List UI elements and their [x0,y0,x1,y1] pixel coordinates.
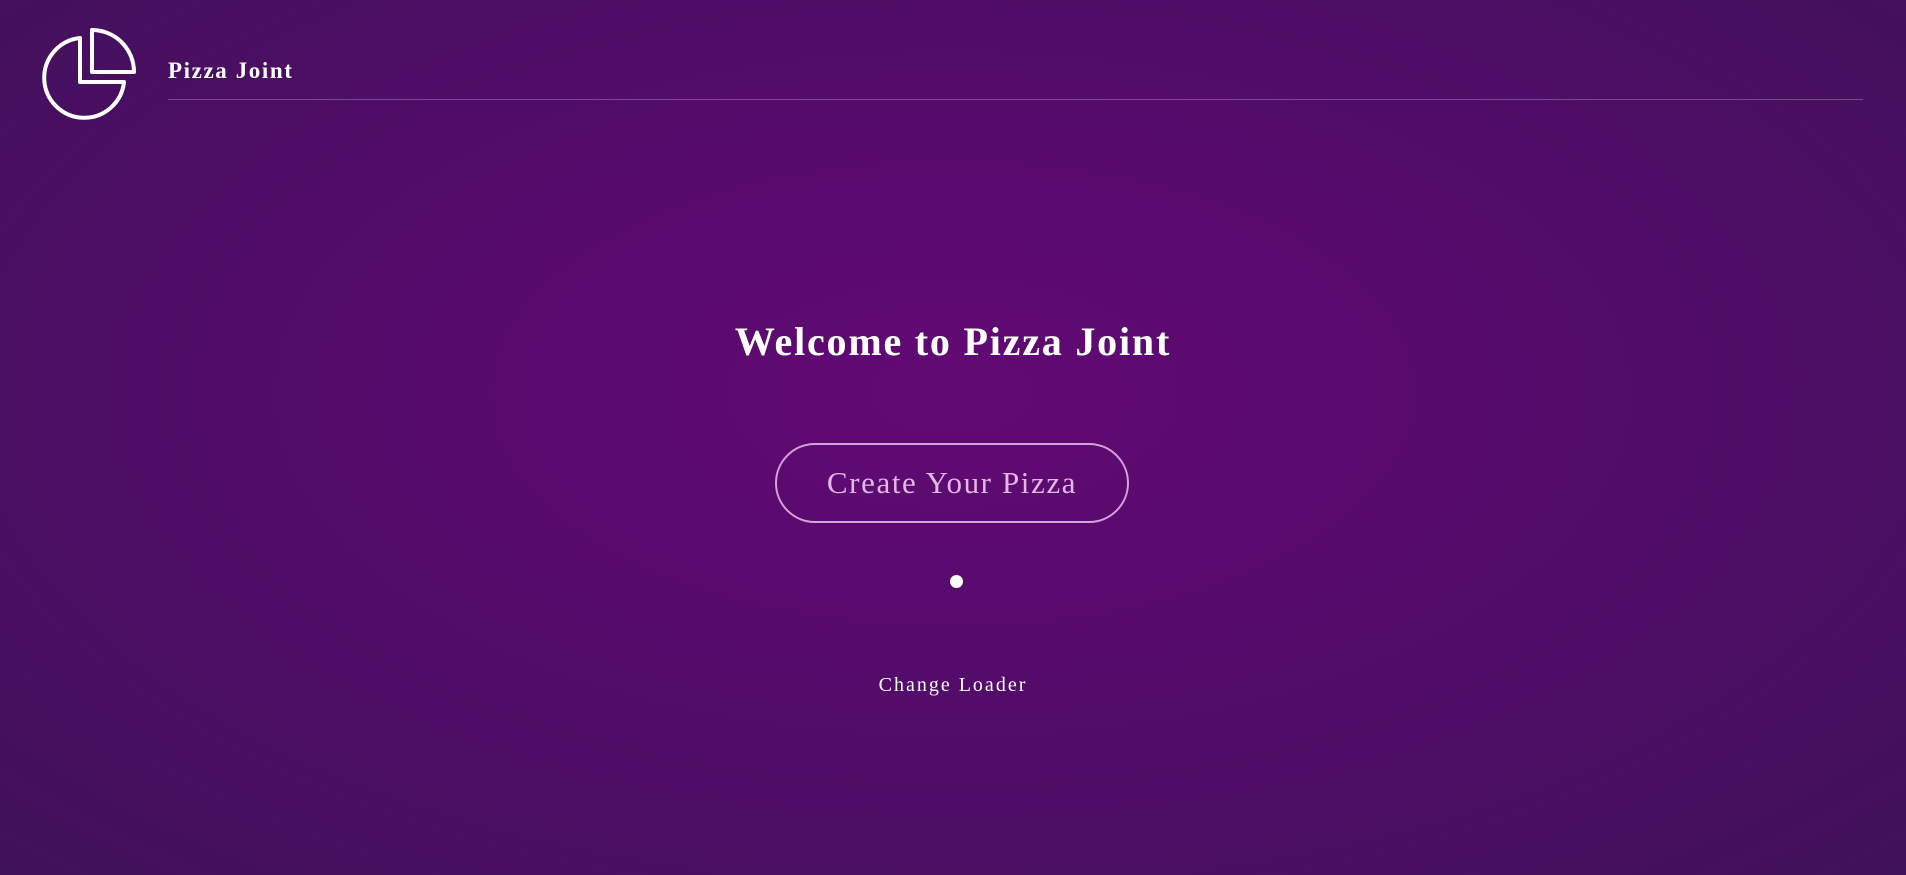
change-loader-link[interactable]: Change Loader [0,674,1906,697]
main-content: Welcome to Pizza Joint Create Your Pizza… [0,0,1906,875]
loader-dot-icon [950,575,963,588]
welcome-heading: Welcome to Pizza Joint [734,319,1172,364]
create-pizza-button[interactable]: Create Your Pizza [775,443,1129,523]
